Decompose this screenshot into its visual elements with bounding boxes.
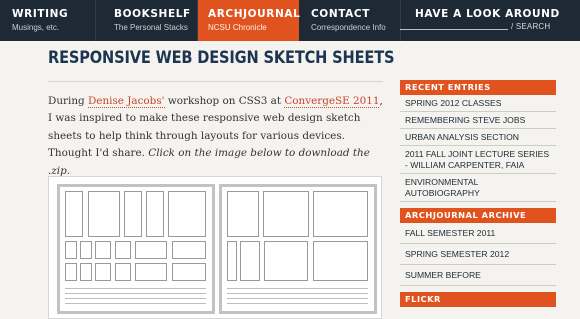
nav-item-subtitle: Correspondence Info — [311, 23, 386, 32]
sketch-frame — [313, 241, 368, 281]
nav-item-title: ARCHJOURNAL — [208, 8, 301, 20]
sketch-sheets-image[interactable] — [48, 176, 382, 319]
article-intro: During Denise Jacobs' workshop on CSS3 a… — [48, 93, 383, 180]
sidebar: RECENT ENTRIES SPRING 2012 CLASSES REMEM… — [400, 80, 556, 307]
sketch-sheet-left — [57, 184, 215, 314]
sketch-frame — [172, 263, 206, 281]
archive-heading: ARCHJOURNAL ARCHIVE — [400, 208, 556, 223]
search-button[interactable]: / SEARCH — [511, 22, 550, 31]
nav-item-title: HAVE A LOOK AROUND — [415, 8, 560, 20]
archive-link[interactable]: SPRING SEMESTER 2012 — [400, 244, 556, 265]
nav-item-title: BOOKSHELF — [114, 8, 191, 20]
recent-entry-link[interactable]: SPRING 2012 CLASSES — [400, 95, 556, 112]
sketch-note-line — [65, 298, 206, 299]
archive-link[interactable]: FALL SEMESTER 2011 — [400, 223, 556, 244]
nav-item-subtitle: The Personal Stacks — [114, 23, 188, 32]
sketch-frame — [80, 263, 92, 281]
sketch-frame — [172, 241, 206, 259]
sketch-frame — [227, 191, 259, 237]
denise-jacobs-link[interactable]: Denise Jacobs' — [87, 95, 165, 108]
sketch-frame — [135, 263, 167, 281]
recent-entry-link[interactable]: REMEMBERING STEVE JOBS — [400, 112, 556, 129]
archive-link[interactable]: SUMMER BEFORE — [400, 265, 556, 286]
nav-item-title: CONTACT — [311, 8, 370, 20]
nav-item-have-a-look-around[interactable]: HAVE A LOOK AROUND — [402, 0, 580, 41]
intro-text: workshop on CSS3 at — [164, 95, 285, 107]
sketch-frame — [227, 241, 237, 281]
sketch-frame — [80, 241, 92, 259]
page-title: RESPONSIVE WEB DESIGN SKETCH SHEETS — [48, 48, 395, 68]
sketch-frame — [95, 241, 111, 259]
sketch-sheet-right — [219, 184, 377, 314]
nav-item-bookshelf[interactable]: BOOKSHELF The Personal Stacks — [97, 0, 198, 41]
sketch-frame — [65, 263, 77, 281]
title-divider — [48, 81, 383, 82]
sketch-frame — [65, 241, 77, 259]
top-nav: WRITING Musings, etc. BOOKSHELF The Pers… — [0, 0, 580, 41]
sketch-note-line — [65, 293, 206, 294]
sketch-note-line — [227, 288, 368, 289]
recent-entry-link[interactable]: 2011 FALL JOINT LECTURE SERIES - WILLIAM… — [400, 146, 556, 174]
sketch-frame — [95, 263, 111, 281]
recent-entry-link[interactable]: ENVIRONMENTAL AUTOBIOGRAPHY — [400, 174, 556, 202]
nav-item-title: WRITING — [12, 8, 69, 20]
sketch-frame — [263, 191, 309, 237]
nav-item-subtitle: NCSU Chronicle — [208, 23, 267, 32]
sketch-frame — [146, 191, 164, 237]
sketch-frame — [240, 241, 260, 281]
sketch-frame — [168, 191, 206, 237]
sketch-frame — [124, 191, 142, 237]
flickr-heading: FLICKR — [400, 292, 556, 307]
sketch-frame — [115, 263, 131, 281]
sketch-frame — [264, 241, 308, 281]
sketch-note-line — [227, 298, 368, 299]
sketch-frame — [115, 241, 131, 259]
sketch-frame — [135, 241, 167, 259]
recent-entries-heading: RECENT ENTRIES — [400, 80, 556, 95]
recent-entry-link[interactable]: URBAN ANALYSIS SECTION — [400, 129, 556, 146]
nav-item-writing[interactable]: WRITING Musings, etc. — [0, 0, 96, 41]
nav-item-archjournal[interactable]: ARCHJOURNAL NCSU Chronicle — [198, 0, 301, 41]
intro-text: During — [48, 95, 88, 107]
sketch-note-line — [227, 303, 368, 304]
nav-item-subtitle: Musings, etc. — [12, 23, 60, 32]
sketch-note-line — [65, 303, 206, 304]
sketch-frame — [88, 191, 120, 237]
convergese-link[interactable]: ConvergeSE 2011 — [284, 95, 380, 108]
sketch-note-line — [227, 293, 368, 294]
sketch-frame — [313, 191, 368, 237]
sketch-frame — [65, 191, 83, 237]
sketch-note-line — [65, 288, 206, 289]
nav-item-contact[interactable]: CONTACT Correspondence Info — [300, 0, 401, 41]
search-input[interactable] — [400, 29, 508, 30]
